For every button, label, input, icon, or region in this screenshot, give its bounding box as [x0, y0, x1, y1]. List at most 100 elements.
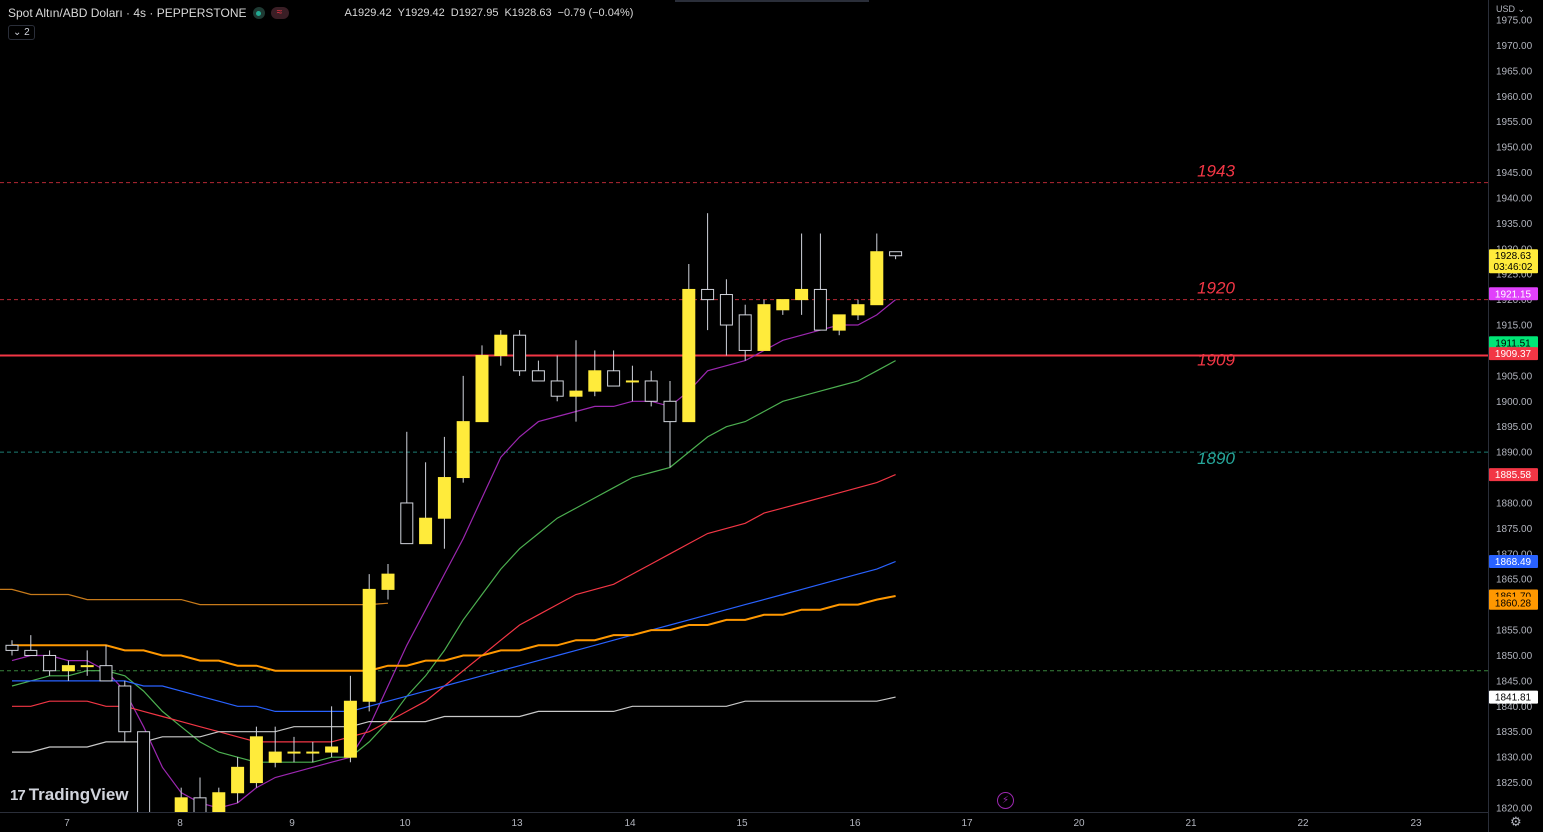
candle-body	[569, 390, 583, 397]
chart-header: Spot Altın/ABD Doları · 4s · PEPPERSTONE…	[8, 6, 633, 20]
candle-body	[682, 288, 696, 423]
x-tick-label: 13	[511, 818, 523, 829]
x-tick-label: 14	[624, 818, 636, 829]
candle-body	[437, 477, 451, 519]
candle-body	[5, 644, 19, 651]
level-label: 1909	[1197, 351, 1235, 370]
candle-body	[343, 700, 357, 758]
candle-body	[43, 654, 57, 672]
price-chart[interactable]: 1820.001825.001830.001835.001840.001845.…	[0, 0, 1543, 832]
candle-body	[419, 517, 433, 545]
x-tick-label: 23	[1410, 818, 1422, 829]
ohlc-values: A1929.42 Y1929.42 D1927.95 K1928.63 −0.7…	[345, 7, 634, 19]
candle-body	[625, 380, 639, 383]
y-tick-label: 1905.00	[1496, 371, 1533, 382]
candle-body	[475, 355, 489, 423]
y-tick-label: 1850.00	[1496, 651, 1533, 662]
candle-body	[644, 380, 658, 402]
tradingview-mark-icon: 17	[10, 786, 26, 804]
price-label-text: 1928.63	[1495, 251, 1532, 262]
price-axis-label: 1860.28	[1489, 596, 1538, 610]
y-tick-label: 1915.00	[1496, 321, 1533, 332]
candle-body	[588, 370, 602, 392]
price-label-text: 1868.49	[1495, 557, 1532, 568]
candle-body	[494, 334, 508, 357]
y-tick-label: 1945.00	[1496, 168, 1533, 179]
candle-body	[513, 334, 527, 372]
price-axis-label: 1841.81	[1489, 690, 1538, 704]
candle-body	[738, 314, 752, 351]
price-axis-label: 1868.49	[1489, 554, 1538, 568]
y-tick-label: 1935.00	[1496, 219, 1533, 230]
y-tick-label: 1895.00	[1496, 422, 1533, 433]
chart-background	[0, 0, 1543, 832]
x-tick-label: 21	[1185, 818, 1197, 829]
candle-body	[231, 766, 245, 794]
y-tick-label: 1880.00	[1496, 498, 1533, 509]
candle-body	[400, 502, 414, 545]
logo-text: TradingView	[28, 785, 129, 804]
y-tick-label: 1825.00	[1496, 778, 1533, 789]
y-tick-label: 1820.00	[1496, 804, 1533, 815]
tradingview-logo[interactable]: 17 TradingView	[10, 785, 129, 805]
candle-body	[381, 573, 395, 590]
candle-body	[550, 380, 564, 397]
price-axis-label: 1885.58	[1489, 468, 1538, 482]
candle-body	[795, 288, 809, 301]
y-tick-label: 1875.00	[1496, 524, 1533, 535]
x-tick-label: 9	[289, 818, 295, 829]
y-tick-label: 1975.00	[1496, 16, 1533, 27]
x-tick-label: 15	[736, 818, 748, 829]
currency-selector[interactable]: USD ⌄	[1496, 4, 1525, 15]
gear-icon[interactable]: ⚙	[1510, 814, 1522, 830]
candle-body	[61, 665, 75, 672]
candle-body	[851, 304, 865, 316]
low-value: D1927.95	[450, 7, 499, 19]
level-label: 1920	[1197, 279, 1235, 298]
data-delay-icon: ≈	[270, 7, 289, 19]
close-value: K1928.63	[504, 7, 552, 19]
candle-body	[531, 370, 545, 382]
y-tick-label: 1900.00	[1496, 397, 1533, 408]
y-tick-label: 1890.00	[1496, 448, 1533, 459]
candle-body	[776, 299, 790, 311]
lightning-icon[interactable]: ⚡	[997, 792, 1014, 809]
top-scroll-indicator	[675, 0, 869, 2]
level-label: 1943	[1197, 162, 1235, 181]
market-status-icon	[252, 7, 265, 19]
y-tick-label: 1955.00	[1496, 117, 1533, 128]
candle-body	[268, 751, 282, 763]
y-tick-label: 1940.00	[1496, 193, 1533, 204]
x-tick-label: 16	[849, 818, 861, 829]
price-axis-label: 1921.15	[1489, 287, 1538, 301]
candle-body	[870, 251, 884, 306]
price-axis-label: 1909.37	[1489, 347, 1538, 361]
candle-body	[607, 370, 621, 387]
y-tick-label: 1845.00	[1496, 676, 1533, 687]
change-value: −0.79 (−0.04%)	[557, 7, 634, 19]
y-tick-label: 1865.00	[1496, 575, 1533, 586]
y-tick-label: 1855.00	[1496, 626, 1533, 637]
y-tick-label: 1950.00	[1496, 143, 1533, 154]
candle-body	[889, 251, 903, 257]
candle-body	[456, 421, 470, 479]
candle-body	[832, 314, 846, 331]
x-tick-label: 17	[961, 818, 973, 829]
level-label: 1890	[1197, 449, 1235, 468]
candle-body	[719, 294, 733, 326]
symbol-title[interactable]: Spot Altın/ABD Doları · 4s · PEPPERSTONE	[8, 6, 247, 20]
candle-body	[813, 288, 827, 331]
candle-body	[306, 751, 320, 754]
indicators-toggle-button[interactable]: ⌄ 2	[8, 25, 35, 40]
price-label-text: 1921.15	[1495, 289, 1532, 300]
candle-body	[249, 736, 263, 784]
countdown-text: 03:46:02	[1494, 262, 1533, 273]
x-tick-label: 8	[177, 818, 183, 829]
candle-body	[118, 685, 132, 733]
price-label-text: 1909.37	[1495, 349, 1532, 360]
y-tick-label: 1965.00	[1496, 66, 1533, 77]
open-value: A1929.42	[344, 7, 392, 19]
high-value: Y1929.42	[397, 7, 445, 19]
y-tick-label: 1830.00	[1496, 753, 1533, 764]
x-tick-label: 22	[1297, 818, 1309, 829]
